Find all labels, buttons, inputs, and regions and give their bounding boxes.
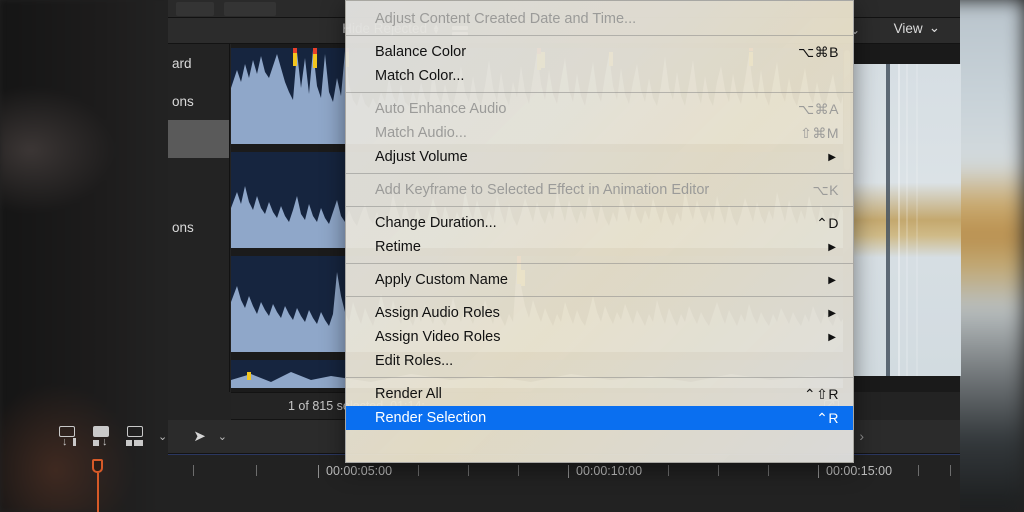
menu-item-balance-color[interactable]: Balance Color ⌥⌘B — [346, 40, 853, 64]
menu-item-auto-enhance-audio: Auto Enhance Audio ⌥⌘A — [346, 97, 853, 121]
timecode-label: 00:00:05:00 — [326, 464, 393, 478]
menu-item-shortcut: ⌥K — [812, 181, 839, 198]
sidebar: ard ons ons — [168, 44, 230, 392]
submenu-arrow-icon: ▶ — [828, 274, 836, 286]
top-chip-1 — [176, 2, 214, 16]
menu-item-match-color[interactable]: Match Color... — [346, 64, 853, 88]
menu-item-label: Adjust Volume — [375, 149, 468, 165]
menu-item-shortcut: ⌃D — [816, 214, 839, 231]
sidebar-item-3[interactable]: ons — [168, 208, 229, 246]
append-clip-icon[interactable] — [124, 425, 146, 447]
chevron-down-icon[interactable]: ⌄ — [218, 430, 227, 443]
menu-item-assign-video-roles[interactable]: Assign Video Roles ▶ — [346, 325, 853, 349]
menu-separator — [346, 173, 853, 174]
menu-item-label: Add Keyframe to Selected Effect in Anima… — [375, 182, 710, 198]
top-chip-2 — [224, 2, 276, 16]
playhead-line — [97, 473, 99, 512]
menu-item-label: Assign Audio Roles — [375, 305, 500, 321]
menu-item-label: Match Color... — [375, 68, 465, 84]
menu-separator — [346, 263, 853, 264]
chevron-down-icon: ⌄ — [928, 20, 940, 35]
menu-item-label: Render Selection — [375, 410, 487, 426]
menu-separator — [346, 206, 853, 207]
playhead[interactable] — [92, 459, 103, 473]
menu-item-adjust-content-created-date-and-time: Adjust Content Created Date and Time... — [346, 7, 853, 31]
menu-item-add-keyframe-to-selected-effect-in-animation-editor: Add Keyframe to Selected Effect in Anima… — [346, 178, 853, 202]
sidebar-item-label: ons — [172, 219, 194, 235]
sidebar-item-0[interactable]: ard — [168, 44, 229, 82]
sidebar-item-2-selected[interactable] — [168, 120, 229, 158]
timecode-label: 00:00:10:00 — [576, 464, 643, 478]
menu-item-shortcut: ⌃R — [816, 409, 839, 426]
submenu-arrow-icon: ▶ — [828, 151, 836, 163]
menu-item-apply-custom-name[interactable]: Apply Custom Name ▶ — [346, 268, 853, 292]
modify-context-menu[interactable]: Adjust Content Created Date and Time... B… — [345, 0, 854, 463]
sidebar-item-1[interactable]: ons — [168, 82, 229, 120]
menu-item-render-selection[interactable]: Render Selection ⌃R — [346, 406, 853, 430]
menu-item-shortcut: ⌃⇧R — [803, 385, 839, 402]
menu-item-render-all[interactable]: Render All ⌃⇧R — [346, 382, 853, 406]
video-preview[interactable] — [851, 44, 961, 392]
submenu-arrow-icon: ▶ — [828, 241, 836, 253]
sidebar-item-label: ons — [172, 93, 194, 109]
menu-item-label: Change Duration... — [375, 215, 497, 231]
menu-item-label: Auto Enhance Audio — [375, 101, 507, 117]
menu-item-label: Render All — [375, 386, 442, 402]
menu-item-shortcut: ⌥⌘A — [798, 100, 839, 117]
menu-separator — [346, 92, 853, 93]
submenu-arrow-icon: ▶ — [828, 331, 836, 343]
menu-separator — [346, 296, 853, 297]
timeline-tool-group: ↓ ↓ ⌄ ➤ ⌄ — [56, 425, 227, 448]
menu-item-match-audio: Match Audio... ⇧⌘M — [346, 121, 853, 145]
menu-item-label: Balance Color — [375, 44, 467, 60]
menu-item-edit-roles[interactable]: Edit Roles... — [346, 349, 853, 373]
menu-separator — [346, 377, 853, 378]
submenu-arrow-icon: ▶ — [828, 307, 836, 319]
menu-item-label: Retime — [375, 239, 421, 255]
menu-item-label: Apply Custom Name — [375, 272, 508, 288]
timecode-label: 00:00:15:00 — [826, 464, 893, 478]
view-menu-label: View — [893, 20, 923, 36]
menu-item-adjust-volume[interactable]: Adjust Volume ▶ — [346, 145, 853, 169]
connect-clip-icon[interactable]: ↓ — [56, 425, 78, 448]
menu-item-label: Match Audio... — [375, 125, 467, 141]
menu-item-change-duration[interactable]: Change Duration... ⌃D — [346, 211, 853, 235]
arrow-pointer-icon[interactable]: ➤ — [193, 427, 206, 445]
menu-item-shortcut: ⇧⌘M — [800, 124, 839, 141]
preview-frame — [854, 64, 961, 376]
menu-separator — [346, 35, 853, 36]
menu-item-assign-audio-roles[interactable]: Assign Audio Roles ▶ — [346, 301, 853, 325]
view-menu-button[interactable]: View ⌄ — [894, 20, 940, 36]
menu-item-retime[interactable]: Retime ▶ — [346, 235, 853, 259]
screen-root: Hide Rejected ▲▼ ⌄ View ⌄ ard ons ons — [0, 0, 1024, 512]
insert-clip-icon[interactable]: ↓ — [90, 425, 112, 448]
sidebar-item-label: ard — [172, 55, 192, 71]
menu-item-label: Edit Roles... — [375, 353, 454, 369]
menu-item-label: Adjust Content Created Date and Time... — [375, 11, 637, 27]
menu-item-label: Assign Video Roles — [375, 329, 501, 345]
chevron-down-icon[interactable]: ⌄ — [158, 430, 167, 443]
timeline-next-chevron[interactable]: › — [859, 428, 864, 444]
menu-item-shortcut: ⌥⌘B — [798, 43, 839, 60]
